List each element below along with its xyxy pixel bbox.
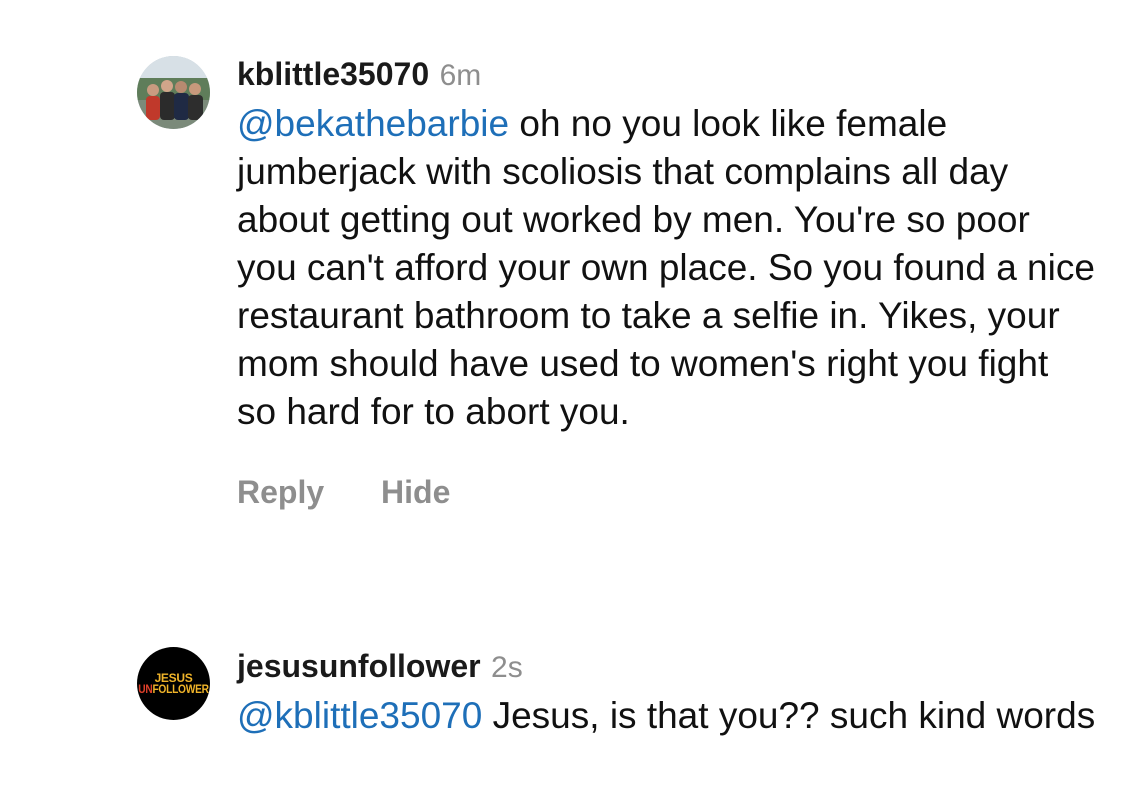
username-link[interactable]: jesusunfollower [237, 648, 481, 684]
comment-time: 2s [491, 651, 523, 684]
logo-line-2: UNFOLLOWER [138, 681, 209, 696]
comment-actions: Reply Hide [237, 474, 1097, 511]
jesusunfollower-logo: JESUS UNFOLLOWER [137, 647, 210, 720]
comment-meta: kblittle35070 6m [237, 52, 1097, 96]
group-photo-avatar-icon [137, 56, 210, 129]
comment-text: @kblittle35070 Jesus, is that you?? such… [237, 692, 1097, 740]
avatar[interactable]: JESUS UNFOLLOWER [137, 647, 210, 720]
reply-button[interactable]: Reply [237, 474, 324, 510]
logo-line-2b: FOLLOWER [152, 681, 209, 696]
logo-line-2a: UN [138, 681, 153, 696]
comment-meta: jesusunfollower 2s [237, 644, 1097, 688]
mention-link[interactable]: @kblittle35070 [237, 695, 482, 736]
avatar[interactable] [137, 56, 210, 129]
comment-text: @bekathebarbie oh no you look like femal… [237, 100, 1097, 436]
username-link[interactable]: kblittle35070 [237, 56, 429, 92]
hide-button[interactable]: Hide [381, 474, 450, 510]
comment-time: 6m [439, 59, 482, 92]
mention-link[interactable]: @bekathebarbie [237, 103, 509, 144]
comment-body: oh no you look like female jumberjack wi… [237, 103, 1095, 432]
comment-body: Jesus, is that you?? such kind words [482, 695, 1096, 736]
